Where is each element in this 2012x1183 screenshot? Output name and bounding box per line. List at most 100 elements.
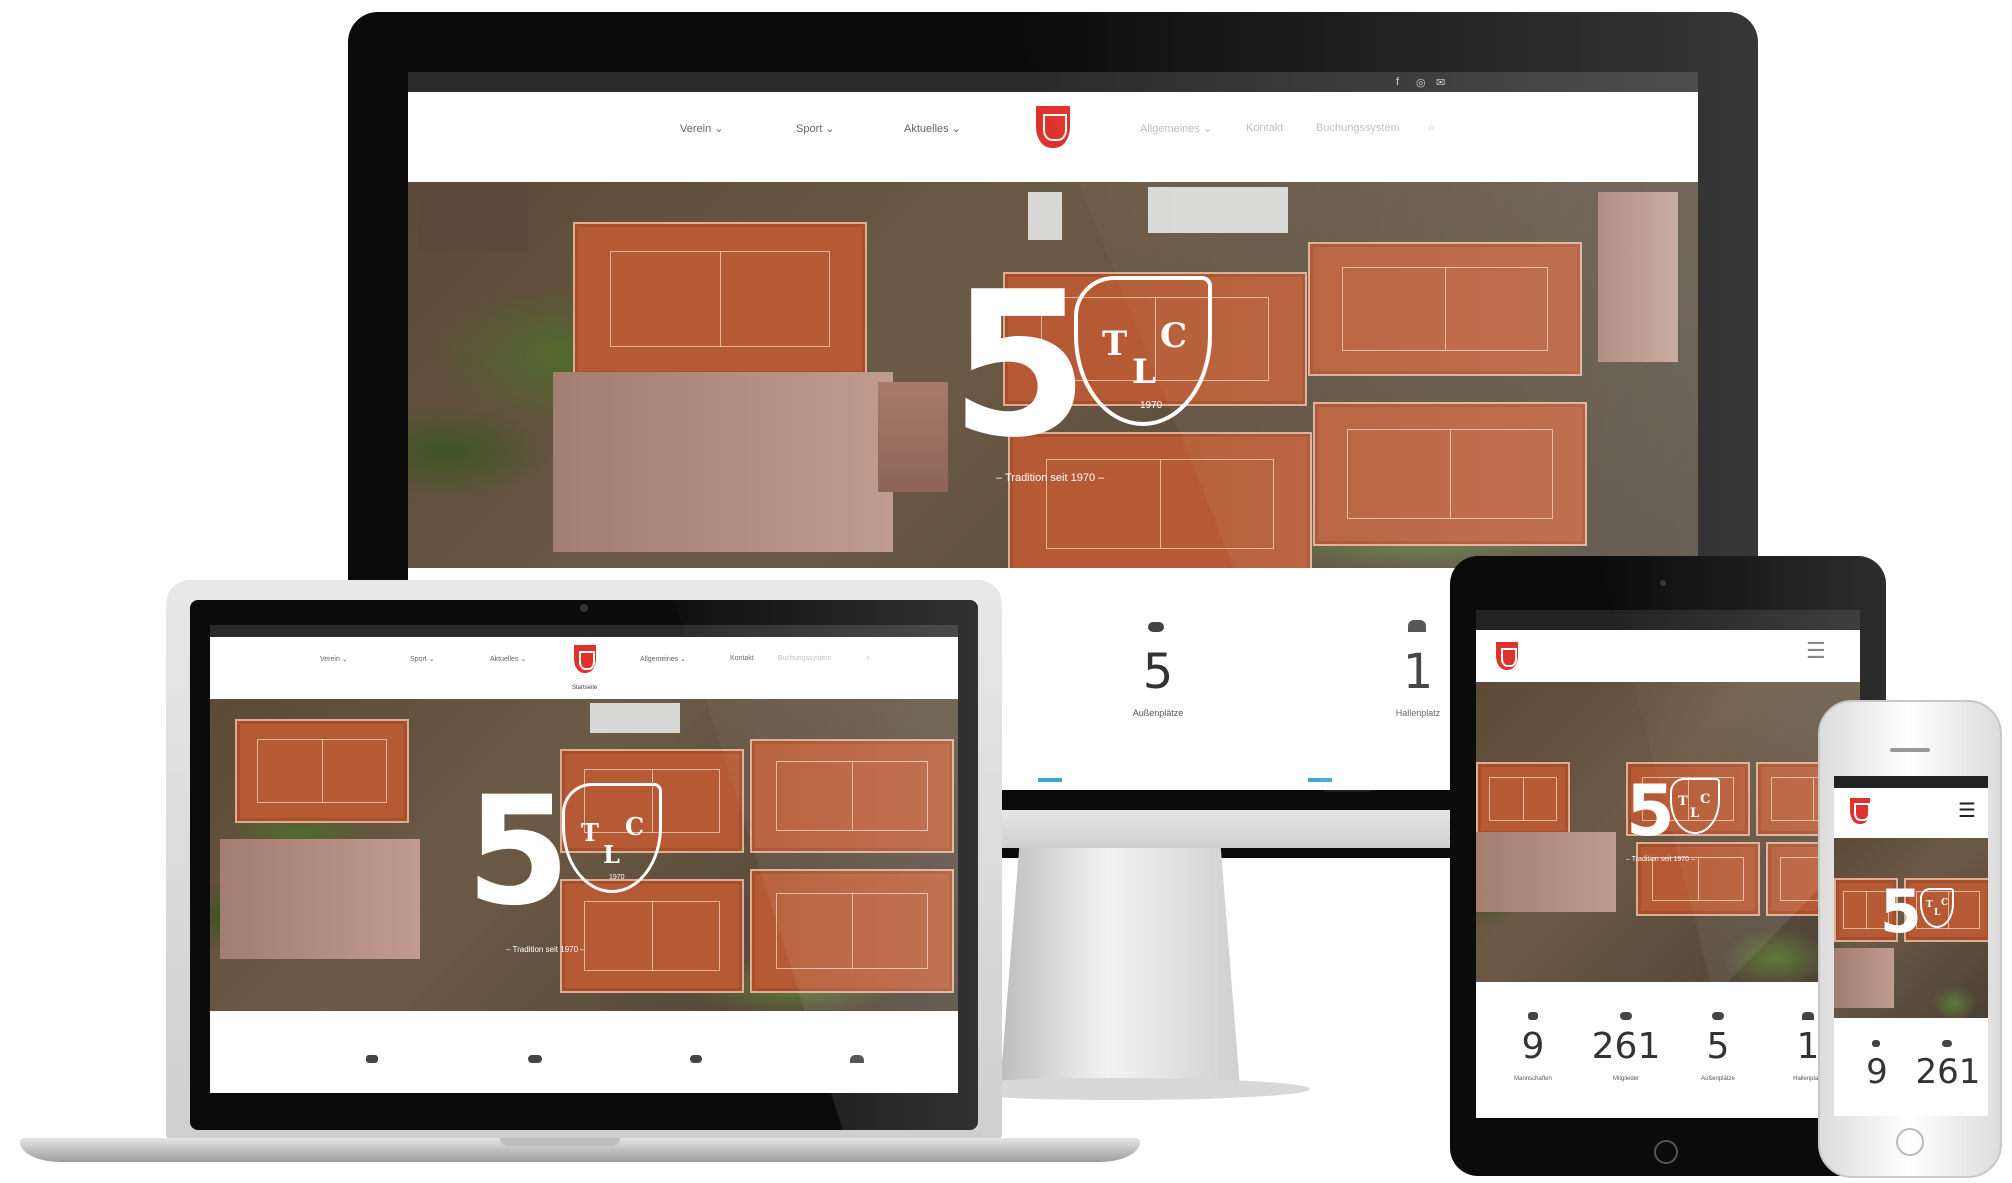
social-bar [210,625,958,637]
nav-item-aktuelles[interactable]: Aktuelles ⌄ [490,655,526,663]
nav-item-verein[interactable]: Verein ⌄ [320,655,348,663]
hero-image: 5 T C L – Tradition seit 1970 – [1476,682,1860,982]
monitor-stand [1000,848,1240,1088]
members-icon [528,1055,542,1063]
shield-letter-c: C [1160,316,1188,356]
club-logo[interactable] [574,645,596,673]
nav-sublabel: Startseite [572,685,598,691]
nav-item-allgemeines[interactable]: Allgemeines ⌄ [1140,122,1212,135]
nav-item-buchungssystem[interactable]: Buchungssystem [1316,122,1400,134]
side-building-roof [1598,192,1678,362]
phone-home-button[interactable] [1896,1128,1924,1156]
hero-fifty-digit: 5 [1626,770,1675,852]
court [1476,762,1570,836]
tennis-hall-roof [1834,948,1894,1008]
hero-tcl-shield: T C L 1970 [562,783,662,893]
hero-image: 5 T C L 1970 – Tradition seit 1970 – [210,699,958,1011]
social-bar [1476,610,1860,630]
stat-label: Mannschaften [1514,1076,1552,1082]
laptop-notch [500,1138,620,1146]
hamburger-menu-icon[interactable]: ☰ [1958,798,1976,823]
hero-image: 5 T C L [1834,838,1988,1018]
stats-section [210,1011,958,1093]
hamburger-menu-icon[interactable]: ☰ [1806,638,1826,664]
stat-value: 1 [1402,644,1434,700]
stat-label: Mitglieder [1612,1076,1639,1082]
cloud-icon [1712,1012,1724,1020]
club-logo[interactable] [1496,642,1518,670]
stat-value: 261 [1915,1052,1981,1092]
court [573,222,867,376]
chart-icon [366,1055,378,1063]
nav-item-sport[interactable]: Sport ⌄ [410,655,435,663]
shield-letter-t: T [1926,900,1933,910]
stat-accent [1038,778,1062,782]
nav-item-buchungssystem[interactable]: Buchungssystem [778,655,831,662]
shield-letter-c: C [625,812,645,841]
instagram-icon[interactable]: ◎ [1416,76,1426,89]
hero-fifty-digit: 5 [950,249,1090,482]
court [1313,402,1587,546]
shield-letter-t: T [1678,794,1688,809]
chart-icon [1528,1012,1538,1020]
building-roof [878,382,948,492]
tennis-hall-roof [220,839,420,959]
stat-value: 9 [1866,1052,1888,1092]
court [1636,842,1760,916]
search-icon[interactable]: ⌕ [1428,120,1435,135]
members-icon [1942,1040,1952,1047]
court [235,719,409,823]
tablet-screen: ☰ 5 T C L – Tradition seit 1970 – 9 Mann… [1476,610,1860,1118]
laptop-screen: Verein ⌄ Sport ⌄ Aktuelles ⌄ Startseite … [210,625,958,1093]
shield-letter-l: L [603,840,620,869]
court [1308,242,1582,376]
stat-value: 5 [1706,1026,1730,1067]
stat-label: Außenplätze [1132,708,1184,718]
clubhouse-roof [418,182,528,252]
hero-tagline: – Tradition seit 1970 – [996,472,1105,484]
nav-item-allgemeines[interactable]: Allgemeines ⌄ [640,655,686,663]
phone-screen: ☰ 5 T C L 9 261 [1834,776,1988,1116]
stats-section: 9 261 [1834,1018,1988,1116]
members-icon [1620,1012,1632,1020]
tablet-home-button[interactable] [1654,1140,1678,1164]
tennis-hall-roof [553,372,893,552]
phone-speaker [1890,748,1930,752]
stat-accent [1308,778,1332,782]
nav-item-aktuelles[interactable]: Aktuelles ⌄ [904,122,961,135]
shield-letter-l: L [1934,908,1941,918]
shield-letter-t: T [1102,324,1128,364]
mobile-nav: ☰ [1834,788,1988,838]
mobile-nav: ☰ [1476,630,1860,682]
stat-value: 5 [1142,644,1174,700]
shield-letter-l: L [1132,352,1156,392]
search-icon[interactable]: ⌕ [866,653,870,663]
shield-letter-t: T [581,818,599,847]
social-bar: f ◎ ✉ [408,72,1698,92]
mail-icon[interactable]: ✉ [1436,76,1445,89]
nav-item-verein[interactable]: Verein ⌄ [680,122,723,135]
main-nav: Verein ⌄ Sport ⌄ Aktuelles ⌄ Startseite … [210,637,958,699]
club-logo[interactable] [1850,798,1870,824]
chart-icon [1872,1040,1880,1047]
cloud-icon [1148,622,1164,632]
facebook-icon[interactable]: f [1396,76,1399,88]
laptop-camera [580,604,588,612]
stats-section: 9 Mannschaften 261 Mitglieder 5 Außenplä… [1476,982,1860,1118]
hall-icon [1408,620,1426,632]
cloud-icon [690,1055,702,1063]
shield-year: 1970 [1140,400,1163,411]
court [750,869,954,993]
nav-item-sport[interactable]: Sport ⌄ [796,122,835,135]
court [750,739,954,853]
club-logo[interactable] [1036,106,1070,148]
hero-fifty-digit: 5 [1880,877,1922,947]
stat-value: 9 [1521,1026,1545,1067]
court [560,879,744,993]
nav-item-kontakt[interactable]: Kontakt [730,655,754,662]
shed [1148,187,1288,233]
stat-label: Außenplätze [1701,1076,1735,1082]
nav-item-kontakt[interactable]: Kontakt [1246,122,1283,134]
shed [590,703,680,733]
shed [1028,192,1062,240]
